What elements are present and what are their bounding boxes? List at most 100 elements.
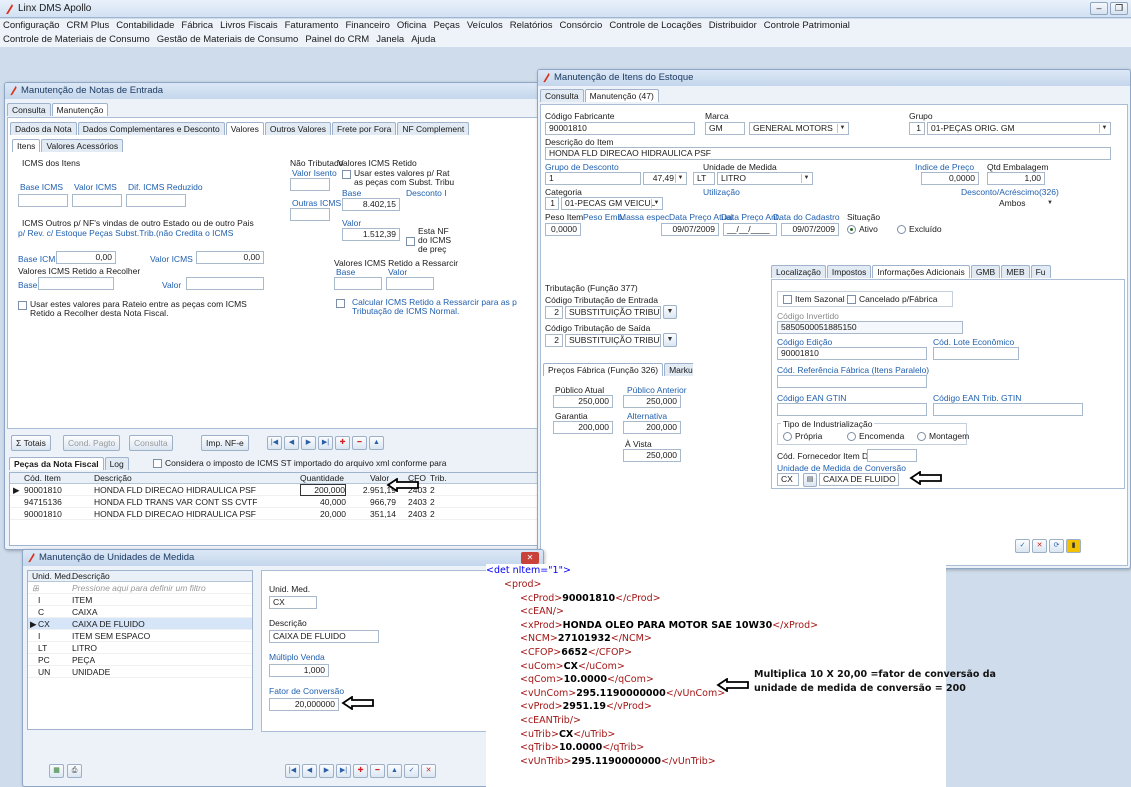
last-record-icon[interactable]: ▶| [318, 436, 333, 450]
menu-item-8[interactable]: Peças [433, 20, 459, 31]
menu-item-11[interactable]: Consórcio [560, 20, 603, 31]
cancelado-checkbox[interactable] [847, 295, 856, 304]
valor-isento-field[interactable] [290, 178, 330, 191]
add-record-icon[interactable]: ✚ [335, 436, 350, 450]
trib-saida-dropdown-icon[interactable]: ▼ [663, 333, 677, 347]
menu-item-2[interactable]: Contabilidade [116, 20, 174, 31]
consulta-button[interactable]: Consulta [129, 435, 173, 451]
trib-saida-num-field[interactable]: 2 [545, 334, 563, 347]
peso-item-field[interactable]: 0,0000 [545, 223, 581, 236]
first-record-icon[interactable]: |◀ [267, 436, 282, 450]
unid-last-icon[interactable]: ▶| [336, 764, 351, 778]
menu-item-9[interactable]: Veículos [467, 20, 503, 31]
menu-item-6[interactable]: Financeiro [346, 20, 390, 31]
propria-radio[interactable] [783, 432, 792, 441]
menu-item-13[interactable]: Distribuidor [709, 20, 757, 31]
codigo-edicao-field[interactable]: 90001810 [777, 347, 927, 360]
outras-icms-field[interactable] [290, 208, 330, 221]
descricao-unid-field[interactable]: CAIXA DE FLUIDO [269, 630, 379, 643]
table-row[interactable]: ▶ 90001810 HONDA FLD DIRECAO HIDRAULICA PS… [10, 484, 540, 496]
totais-button[interactable]: Σ Totais [11, 435, 51, 451]
menu-item-r2-0[interactable]: Controle de Materiais de Consumo [3, 34, 150, 45]
cod-lote-field[interactable] [933, 347, 1019, 360]
menu-item-5[interactable]: Faturamento [285, 20, 339, 31]
close-icon[interactable]: ✕ [521, 552, 539, 564]
menu-item-14[interactable]: Controle Patrimonial [764, 20, 850, 31]
ativo-radio[interactable] [847, 225, 856, 234]
next-record-icon[interactable]: ▶ [301, 436, 316, 450]
tab-estoque-manutencao[interactable]: Manutenção (47) [584, 89, 659, 102]
calcular-checkbox[interactable] [336, 299, 345, 308]
menu-item-r2-3[interactable]: Janela [376, 34, 404, 45]
garantia-field[interactable]: 200,000 [553, 421, 613, 434]
unid-med-field[interactable]: CX [269, 596, 317, 609]
unid-add-icon[interactable]: ✚ [353, 764, 368, 778]
indice-preco-field[interactable]: 0,0000 [921, 172, 979, 185]
lookup-icon[interactable]: ▤ [803, 473, 817, 487]
refresh-icon[interactable]: ⟳ [1049, 539, 1064, 553]
grupo-desconto-dropdown[interactable]: 47,49 ▼ [643, 172, 687, 185]
unid-delete-icon[interactable]: ━ [370, 764, 385, 778]
encomenda-radio[interactable] [847, 432, 856, 441]
cancel-icon[interactable]: ✕ [1032, 539, 1047, 553]
qtd-emb-field[interactable]: 1,00 [987, 172, 1045, 185]
marca-dropdown[interactable]: GENERAL MOTORS ▼ [749, 122, 849, 135]
publico-anterior-field[interactable]: 250,000 [623, 395, 681, 408]
retido-base-field[interactable]: 8.402,15 [342, 198, 400, 211]
menu-item-r2-1[interactable]: Gestão de Materiais de Consumo [157, 34, 299, 45]
categoria-dropdown[interactable]: 01-PECAS GM VEICUL ▼ [561, 197, 663, 210]
dif-icms-field[interactable] [126, 194, 186, 207]
ressarcir-base-field[interactable] [334, 277, 382, 290]
delete-record-icon[interactable]: ━ [352, 436, 367, 450]
item-sazonal-checkbox[interactable] [783, 295, 792, 304]
tab-gmb[interactable]: GMB [970, 265, 1001, 278]
tab-meb[interactable]: MEB [1001, 265, 1030, 278]
valor-icms2-field[interactable]: 0,00 [196, 251, 264, 264]
montagem-radio[interactable] [917, 432, 926, 441]
filter-row[interactable]: ⊞ Pressione aqui para definir um filtro [28, 582, 252, 594]
menu-item-4[interactable]: Livros Fiscais [220, 20, 278, 31]
tab-estoque-consulta[interactable]: Consulta [540, 89, 584, 102]
excel-icon[interactable]: ▦ [49, 764, 64, 778]
menu-item-10[interactable]: Relatórios [510, 20, 553, 31]
alternativa-field[interactable]: 200,000 [623, 421, 681, 434]
tab-localizacao[interactable]: Localização [771, 265, 826, 278]
trib-entrada-dropdown[interactable]: SUBSTITUIÇÃO TRIBUTÁRIA [565, 306, 661, 319]
categoria-num-field[interactable]: 1 [545, 197, 559, 210]
ean-trib-field[interactable] [933, 403, 1083, 416]
exit-icon[interactable]: ▮ [1066, 539, 1081, 553]
edit-record-icon[interactable]: ▲ [369, 436, 384, 450]
ambos-dropdown[interactable]: Ambos ▼ [961, 197, 1057, 210]
data-preco-field[interactable]: 09/07/2009 [661, 223, 719, 236]
list-item[interactable]: I ITEM SEM ESPACO [28, 630, 252, 642]
grupo-num-field[interactable]: 1 [909, 122, 925, 135]
marca-code-field[interactable]: GM [705, 122, 745, 135]
trib-entrada-num-field[interactable]: 2 [545, 306, 563, 319]
a-vista-field[interactable]: 250,000 [623, 449, 681, 462]
list-item[interactable]: C CAIXA [28, 606, 252, 618]
ean-field[interactable] [777, 403, 927, 416]
base-icms2-field[interactable]: 0,00 [56, 251, 116, 264]
tab-dados-nota[interactable]: Dados da Nota [10, 122, 77, 135]
base-icms-field[interactable] [18, 194, 68, 207]
tab-itens[interactable]: Itens [12, 139, 41, 152]
publico-atual-field[interactable]: 250,000 [553, 395, 613, 408]
menu-item-7[interactable]: Oficina [397, 20, 427, 31]
tab-consulta[interactable]: Consulta [7, 103, 51, 116]
rec-base-field[interactable] [38, 277, 114, 290]
restore-button[interactable]: ❐ [1110, 2, 1128, 15]
tab-nf-complement[interactable]: NF Complement [397, 122, 470, 135]
minimize-button[interactable]: – [1090, 2, 1108, 15]
menu-item-r2-2[interactable]: Painel do CRM [305, 34, 369, 45]
data-cadastro-field[interactable]: 09/07/2009 [781, 223, 839, 236]
list-item[interactable]: ▶ CX CAIXA DE FLUIDO [28, 618, 252, 630]
print-icon[interactable]: ⎙ [67, 764, 82, 778]
tab-outros-valores[interactable]: Outros Valores [264, 122, 331, 135]
unidade-cod-field[interactable]: LT [693, 172, 715, 185]
confirm-icon[interactable]: ✓ [1015, 539, 1030, 553]
unid-confirm-icon[interactable]: ✓ [404, 764, 419, 778]
excluido-radio[interactable] [897, 225, 906, 234]
usar-retido-checkbox[interactable] [342, 170, 351, 179]
retido-valor-field[interactable]: 1.512,39 [342, 228, 400, 241]
tab-valores[interactable]: Valores [225, 122, 264, 135]
